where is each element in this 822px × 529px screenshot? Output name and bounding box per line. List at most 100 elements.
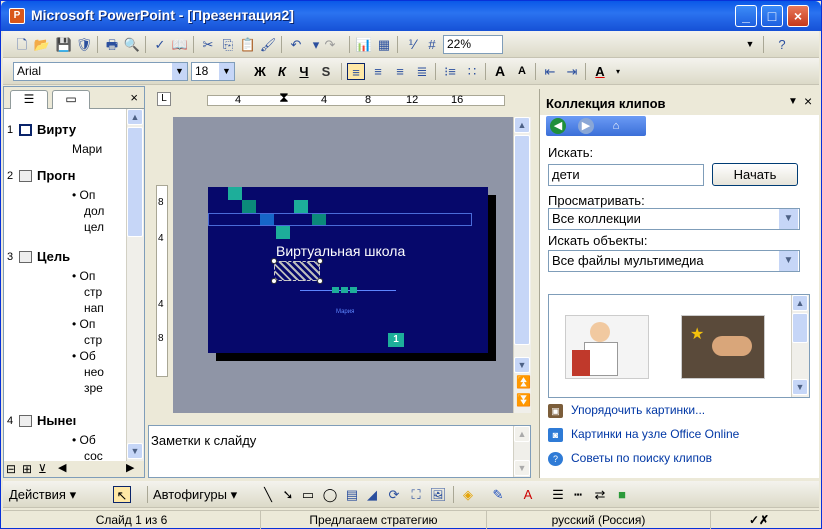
go-button[interactable]: Начать [712,163,798,186]
arrow-icon[interactable]: ➘ [279,486,297,503]
tab-slides[interactable]: ▭ [52,90,90,109]
bullets-icon[interactable]: ∷ [463,63,481,80]
outline-slide-3[interactable]: 3 Цель [4,247,124,267]
picture-icon[interactable]: 🖼 [429,486,447,503]
scroll-up-icon[interactable]: ▲ [514,426,530,442]
outline-slide-2[interactable]: 2 Прогн [4,166,124,186]
undo-icon[interactable]: ↶ [287,36,305,53]
resize-handle[interactable] [271,258,277,264]
chevron-down-icon[interactable]: ▼ [219,63,234,80]
tab-outline[interactable]: ☰ [10,90,48,109]
clip-doctor-child[interactable] [565,315,649,379]
scroll-right-icon[interactable]: ▶ [126,461,134,474]
actions-menu[interactable]: Действия ▾ [9,485,99,504]
minimize-button[interactable]: _ [735,5,757,27]
align-left-icon[interactable]: ≡ [347,63,365,80]
autoshapes-menu[interactable]: Автофигуры ▾ [153,485,253,504]
increase-indent-icon[interactable]: ⇥ [563,63,581,80]
chevron-down-icon[interactable]: ▼ [172,63,187,80]
office-online-link[interactable]: ◙ Картинки на узле Office Online [548,427,739,442]
italic-button[interactable]: К [273,62,291,81]
close-icon[interactable]: × [130,90,138,105]
selected-placeholder[interactable] [274,261,320,281]
scroll-down-icon[interactable]: ▼ [514,460,530,476]
collections-select[interactable]: Все коллекции ▼ [548,208,800,230]
copy-icon[interactable]: ⎘ [219,36,237,53]
save-icon[interactable]: 💾 [55,36,73,53]
outline-slide-1[interactable]: 1 Вирту [4,120,124,140]
language-indicator[interactable]: русский (Россия) [487,511,711,529]
outline-slide-4[interactable]: 4 Нынеı [4,411,124,431]
align-center-icon[interactable]: ≡ [369,63,387,80]
paste-icon[interactable]: 📋 [239,36,257,53]
show-grid-icon[interactable]: # [423,36,441,53]
tab-selector[interactable]: L [157,92,171,106]
permission-icon[interactable]: 🛡 [75,36,93,53]
powerpoint-app-icon[interactable]: P [9,8,25,24]
spelling-icon[interactable]: ✓ [151,36,169,53]
fill-color-icon[interactable]: ◈ [459,486,477,503]
align-right-icon[interactable]: ≡ [391,63,409,80]
resize-handle[interactable] [317,258,323,264]
task-pane-menu-icon[interactable]: ▼ [788,96,798,107]
cut-icon[interactable]: ✂ [199,36,217,53]
line-color-icon[interactable]: ✎ [489,486,507,503]
scrollbar-thumb[interactable] [792,313,808,343]
scroll-down-icon[interactable]: ▼ [792,379,808,395]
justify-icon[interactable]: ≣ [413,63,431,80]
open-icon[interactable]: 📂 [33,36,51,53]
close-button[interactable]: × [787,5,809,27]
insert-chart-icon[interactable]: 📊 [355,36,373,53]
outline-scrollbar[interactable]: ▲ ▼ [126,109,144,461]
search-tips-link[interactable]: ? Советы по поиску клипов [548,451,712,466]
normal-view-icon[interactable]: ⊟ [6,462,16,476]
wordart-icon[interactable]: ◢ [363,486,381,503]
slide-show-icon[interactable]: ⊻ [38,462,47,476]
print-preview-icon[interactable]: 🔍 [123,36,141,53]
scrollbar-thumb[interactable] [127,127,143,237]
diagram-icon[interactable]: ⟳ [385,486,403,503]
indent-marker-icon[interactable]: ⧗ [279,89,289,106]
scrollbar-thumb[interactable] [514,135,530,345]
decrease-indent-icon[interactable]: ⇤ [541,63,559,80]
numbering-icon[interactable]: ⁝≡ [441,63,459,80]
font-color-icon[interactable]: A [519,486,537,503]
zoom-dropdown-icon[interactable]: ▼ [741,36,759,53]
shadow-style-icon[interactable]: ■ [613,486,631,503]
slide-sorter-icon[interactable]: ⊞ [22,462,32,476]
organize-clips-link[interactable]: ▣ Упорядочить картинки... [548,403,705,418]
scroll-up-icon[interactable]: ▲ [792,295,808,311]
clip-art-icon[interactable]: ⛶ [407,486,425,503]
redo-icon[interactable]: ↷ [321,36,339,53]
slide-canvas[interactable]: Виртуальная школа Мария 1 [208,187,488,353]
help-icon[interactable]: ? [773,36,791,53]
font-color-dropdown-icon[interactable]: ▾ [609,63,627,80]
arrow-style-icon[interactable]: ⇄ [591,486,609,503]
spelling-status-icon[interactable]: ✓✗ [749,511,769,529]
select-objects-icon[interactable]: ↖ [113,486,131,503]
resize-handle[interactable] [271,278,277,284]
oval-icon[interactable]: ◯ [321,486,339,503]
text-box-icon[interactable]: ▤ [343,486,361,503]
chevron-down-icon[interactable]: ▼ [779,251,798,271]
forward-icon[interactable]: ▶ [578,118,594,134]
font-combo[interactable]: Arial ▼ [13,62,188,81]
scroll-up-icon[interactable]: ▲ [514,117,530,133]
scroll-down-icon[interactable]: ▼ [514,357,530,373]
media-types-select[interactable]: Все файлы мультимедиа ▼ [548,250,800,272]
maximize-button[interactable]: □ [761,5,783,27]
font-color-button[interactable]: A [591,62,609,81]
close-icon[interactable]: × [804,93,812,109]
dash-style-icon[interactable]: ┅ [569,486,587,503]
slide-scrollbar[interactable]: ▲ ▼ ⏫ ⏬ [513,117,531,413]
line-style-icon[interactable]: ☰ [549,486,567,503]
search-input[interactable]: дети [548,164,704,186]
scroll-up-icon[interactable]: ▲ [127,109,143,125]
slide-editor[interactable]: Виртуальная школа Мария 1 [173,117,513,413]
font-size-combo[interactable]: 18 ▼ [191,62,235,81]
slide-title-text[interactable]: Виртуальная школа [276,243,405,259]
line-icon[interactable]: ╲ [259,486,277,503]
notes-scrollbar[interactable]: ▲ ▼ [513,426,530,477]
notes-pane[interactable]: Заметки к слайду ▲ ▼ [148,425,531,478]
scroll-left-icon[interactable]: ◀ [58,461,66,474]
